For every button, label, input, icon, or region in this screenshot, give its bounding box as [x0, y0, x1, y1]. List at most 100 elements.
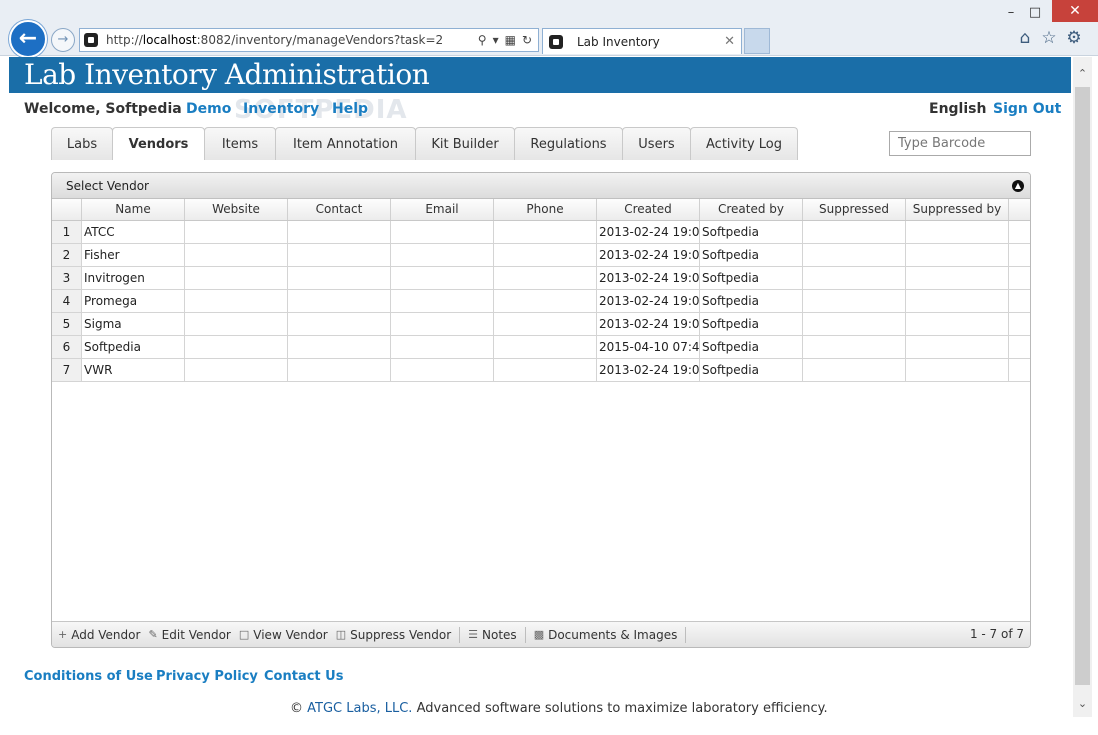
cell-website — [185, 244, 288, 266]
plus-icon: + — [58, 628, 68, 641]
language-text[interactable]: English — [929, 101, 986, 117]
cell-name: Invitrogen — [82, 267, 185, 289]
table-row[interactable]: 7 VWR 2013-02-24 19:09 Softpedia — [52, 359, 1030, 382]
help-link[interactable]: Help — [332, 101, 368, 117]
cell-website — [185, 267, 288, 289]
cell-phone — [494, 313, 597, 335]
tab-activity-log[interactable]: Activity Log — [690, 127, 798, 160]
cell-phone — [494, 290, 597, 312]
tab-regulations[interactable]: Regulations — [514, 127, 623, 160]
cell-website — [185, 221, 288, 243]
close-window-button[interactable]: ✕ — [1052, 0, 1098, 22]
cell-suppressed-by — [906, 359, 1009, 381]
favorites-icon[interactable]: ☆ — [1039, 28, 1059, 48]
privacy-policy-link[interactable]: Privacy Policy — [156, 669, 258, 684]
row-number: 6 — [52, 336, 82, 358]
maximize-button[interactable]: □ — [1022, 4, 1048, 22]
column-header-suppressed-by[interactable]: Suppressed by — [906, 199, 1009, 220]
new-tab-button[interactable] — [744, 28, 770, 54]
cell-phone — [494, 244, 597, 266]
compatibility-icon[interactable]: ▦ — [505, 33, 516, 47]
company-link[interactable]: ATGC Labs, LLC. — [307, 701, 412, 716]
conditions-of-use-link[interactable]: Conditions of Use — [24, 669, 153, 684]
column-header-email[interactable]: Email — [391, 199, 494, 220]
browser-tab[interactable]: Lab Inventory ✕ — [542, 28, 742, 54]
cell-suppressed — [803, 313, 906, 335]
cell-website — [185, 359, 288, 381]
vertical-scrollbar[interactable]: ⌃ ⌄ — [1073, 57, 1092, 717]
tab-vendors[interactable]: Vendors — [112, 127, 205, 160]
column-header-name[interactable]: Name — [82, 199, 185, 220]
add-vendor-button[interactable]: + Add Vendor — [58, 628, 140, 642]
back-button[interactable]: ← — [9, 20, 47, 58]
site-icon — [84, 33, 98, 47]
tab-favicon — [549, 34, 563, 49]
documents-images-label: Documents & Images — [548, 627, 678, 642]
tab-kit-builder[interactable]: Kit Builder — [415, 127, 515, 160]
refresh-icon[interactable]: ↻ — [522, 33, 532, 47]
contact-us-link[interactable]: Contact Us — [264, 669, 343, 684]
toolbar-separator — [685, 626, 687, 643]
sign-out-link[interactable]: Sign Out — [993, 101, 1061, 117]
collapse-icon[interactable]: ▲ — [1012, 180, 1024, 192]
column-header-created-by[interactable]: Created by — [700, 199, 803, 220]
column-header-row: Name Website Contact Email Phone Created… — [52, 199, 1030, 221]
table-row[interactable]: 6 Softpedia 2015-04-10 07:48 Softpedia — [52, 336, 1030, 359]
column-header-contact[interactable]: Contact — [288, 199, 391, 220]
suppress-vendor-button[interactable]: ◫ Suppress Vendor — [336, 628, 451, 642]
table-row[interactable]: 2 Fisher 2013-02-24 19:09 Softpedia — [52, 244, 1030, 267]
row-number: 3 — [52, 267, 82, 289]
table-row[interactable]: 5 Sigma 2013-02-24 19:09 Softpedia — [52, 313, 1030, 336]
cell-website — [185, 290, 288, 312]
app-header: Lab Inventory Administration — [9, 57, 1071, 93]
cell-suppressed-by — [906, 244, 1009, 266]
inventory-link[interactable]: Inventory — [243, 101, 319, 117]
edit-vendor-button[interactable]: ✎ Edit Vendor — [148, 628, 230, 642]
grid-body: 1 ATCC 2013-02-24 19:09 Softpedia 2 Fisher 201… — [52, 221, 1030, 382]
barcode-input[interactable]: Type Barcode — [889, 131, 1031, 156]
cell-suppressed — [803, 290, 906, 312]
tab-items[interactable]: Items — [204, 127, 276, 160]
cell-suppressed — [803, 244, 906, 266]
scroll-up-icon[interactable]: ⌃ — [1073, 67, 1092, 80]
tab-close-icon[interactable]: ✕ — [724, 34, 735, 49]
demo-link[interactable]: Demo — [186, 101, 231, 117]
page-title: Lab Inventory Administration — [24, 58, 430, 91]
cell-suppressed-by — [906, 313, 1009, 335]
cell-email — [391, 290, 494, 312]
column-header-website[interactable]: Website — [185, 199, 288, 220]
cell-phone — [494, 336, 597, 358]
tab-users[interactable]: Users — [622, 127, 691, 160]
column-header-suppressed[interactable]: Suppressed — [803, 199, 906, 220]
gear-icon[interactable]: ⚙ — [1064, 28, 1084, 48]
home-icon[interactable]: ⌂ — [1015, 28, 1035, 48]
tab-item-annotation[interactable]: Item Annotation — [275, 127, 416, 160]
minimize-button[interactable]: – — [998, 4, 1024, 22]
edit-vendor-label: Edit Vendor — [161, 627, 231, 642]
notes-button[interactable]: ☰ Notes — [468, 628, 517, 642]
cell-name: VWR — [82, 359, 185, 381]
vendor-grid-panel: Select Vendor ▲ Name Website Contact Ema… — [51, 172, 1031, 648]
cell-name: ATCC — [82, 221, 185, 243]
view-vendor-button[interactable]: □ View Vendor — [239, 628, 328, 642]
tab-labs[interactable]: Labs — [51, 127, 113, 160]
table-row[interactable]: 4 Promega 2013-02-24 19:09 Softpedia — [52, 290, 1030, 313]
browser-chrome: – □ ✕ ← → http://localhost:8082/inventor… — [0, 0, 1098, 58]
column-header-phone[interactable]: Phone — [494, 199, 597, 220]
scroll-thumb[interactable] — [1075, 87, 1090, 685]
scroll-down-icon[interactable]: ⌄ — [1073, 697, 1092, 710]
pencil-icon: ✎ — [148, 628, 158, 641]
address-bar[interactable]: http://localhost:8082/inventory/manageVe… — [79, 28, 539, 52]
cell-website — [185, 313, 288, 335]
table-row[interactable]: 3 Invitrogen 2013-02-24 19:09 Softpedia — [52, 267, 1030, 290]
column-header-created[interactable]: Created — [597, 199, 700, 220]
cell-created-by: Softpedia — [700, 290, 803, 312]
forward-button[interactable]: → — [51, 28, 75, 52]
search-icon[interactable]: ⚲ — [478, 33, 487, 47]
grid-title: Select Vendor — [66, 179, 149, 193]
cell-contact — [288, 221, 391, 243]
dropdown-icon[interactable]: ▾ — [493, 33, 499, 47]
table-row[interactable]: 1 ATCC 2013-02-24 19:09 Softpedia — [52, 221, 1030, 244]
cell-name: Promega — [82, 290, 185, 312]
documents-images-button[interactable]: ▩ Documents & Images — [534, 628, 678, 642]
